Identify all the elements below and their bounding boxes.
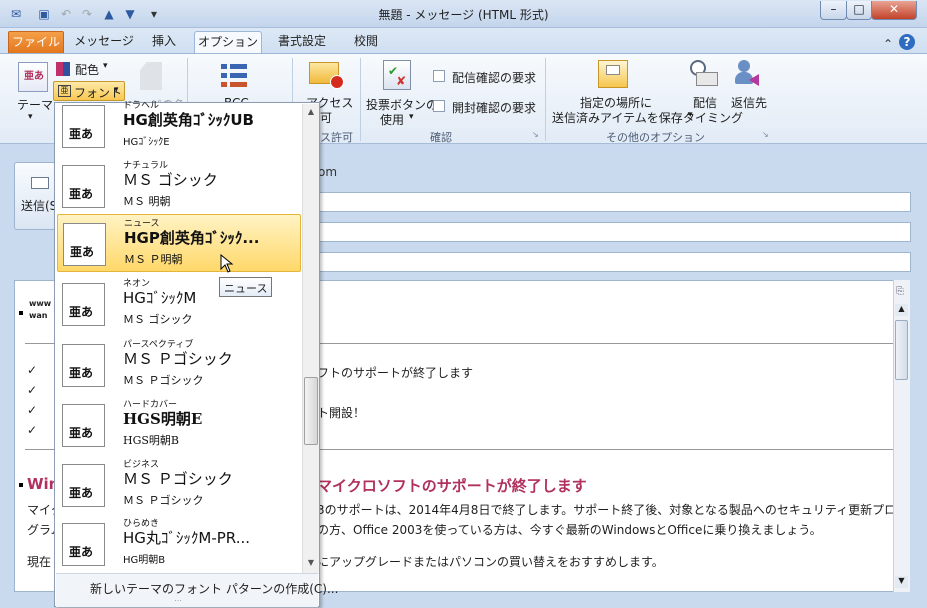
resize-grip-icon[interactable]: ⋯ <box>174 596 182 605</box>
color-scheme-icon[interactable] <box>56 62 70 76</box>
body-url-fragment-2: wan <box>29 311 48 320</box>
theme-label[interactable]: テーマ <box>17 96 53 113</box>
checkmark-icon: ✓ <box>27 403 38 417</box>
color-scheme-label[interactable]: 配色 <box>75 61 99 78</box>
theme-dropdown-icon[interactable]: ▾ <box>28 112 33 122</box>
permission-icon[interactable] <box>309 62 344 89</box>
minimize-button[interactable]: – <box>820 1 847 20</box>
font-tooltip: ニュース <box>219 277 273 297</box>
font-item-drahel[interactable]: 亜あ ドラヘル HG創英角ｺﾞｼｯｸUB HGｺﾞｼｯｸE <box>57 97 301 155</box>
tab-message[interactable]: メッセージ <box>72 31 136 54</box>
delivery-receipt-label[interactable]: 配信確認の要求 <box>452 69 536 86</box>
body-line-2: ト開設！ <box>317 406 366 420</box>
theme-icon[interactable]: 亜あ <box>18 62 48 92</box>
voting-dropdown-icon[interactable]: ▾ <box>409 112 414 122</box>
to-field[interactable] <box>316 192 911 212</box>
font-thumbnail: 亜あ <box>62 344 105 387</box>
font-item-natural[interactable]: 亜あ ナチュラル ＭＳ ゴシック ＭＳ 明朝 <box>57 157 301 215</box>
checkmark-icon: ✓ <box>27 383 38 397</box>
ribbon-tabs: ファイル メッセージ 挿入 オプション 書式設定 校閲 ⌃ ? <box>0 28 927 54</box>
collapse-ribbon-icon[interactable]: ⌃ <box>880 36 896 52</box>
bcc-icon[interactable] <box>221 62 249 90</box>
smart-tag-icon[interactable]: ⎘ <box>896 286 904 297</box>
checkmark-icon: ✓ <box>27 423 38 437</box>
tracking-launcher-icon[interactable]: ↘ <box>532 130 539 139</box>
font-thumbnail: 亜あ <box>63 223 106 266</box>
more-options-launcher-icon[interactable]: ↘ <box>762 130 769 139</box>
body-para-2: の方、Office 2003を使っている方は、今すぐ最新のWindowsとOff… <box>317 523 822 537</box>
body-para-1: 3のサポートは、2014年4月8日で終了します。サポート終了後、対象となる製品へ… <box>317 503 897 517</box>
maximize-button[interactable]: □ <box>846 1 872 20</box>
save-sent-folder-icon[interactable] <box>598 60 628 88</box>
direct-replies-label[interactable]: 返信先 <box>731 94 767 111</box>
body-url-fragment-1: www <box>29 299 52 308</box>
font-thumbnail: 亜あ <box>62 283 105 326</box>
tab-options[interactable]: オプション <box>194 31 262 54</box>
scroll-up-icon[interactable]: ▲ <box>895 304 908 316</box>
title-bar: ✉ ▣ ↶ ↷ ▲ ▼ ▾ 無題 - メッセージ (HTML 形式) – □ ✕ <box>0 0 927 28</box>
voting-label-2[interactable]: 使用 <box>380 111 404 128</box>
permission-group-label: ス許可 <box>320 131 353 144</box>
from-account-text: om <box>318 165 338 179</box>
tracking-group-label: 確認 <box>430 131 452 144</box>
checkmark-icon: ✓ <box>27 363 38 377</box>
more-options-group-label: その他のオプション <box>606 131 705 144</box>
font-thumbnail: 亜あ <box>62 523 105 566</box>
tab-file[interactable]: ファイル <box>8 31 64 54</box>
font-dropdown-icon: ▾ <box>114 85 119 95</box>
close-button[interactable]: ✕ <box>871 1 917 20</box>
bullet-marker <box>19 311 23 315</box>
direct-replies-icon[interactable] <box>735 60 763 88</box>
scroll-up-icon[interactable]: ▲ <box>304 105 318 119</box>
bullet-marker <box>19 483 23 487</box>
body-para-3-fragment: 現在 <box>27 555 52 569</box>
font-thumbnail: 亜あ <box>62 165 105 208</box>
delay-delivery-icon[interactable] <box>690 60 718 88</box>
scroll-down-icon[interactable]: ▼ <box>895 576 908 588</box>
voting-buttons-icon[interactable]: ✔ ✘ <box>383 60 411 90</box>
scroll-thumb[interactable] <box>895 320 908 380</box>
font-item-news[interactable]: 亜あ ニュース HGP創英角ｺﾞｼｯｸ... ＭＳ Ｐ明朝 <box>57 214 301 272</box>
font-item-hardcover[interactable]: 亜あ ハードカバー HGS明朝E HGS明朝B <box>57 396 301 454</box>
scroll-down-icon[interactable]: ▼ <box>304 556 318 570</box>
font-gallery-dropdown: 亜あ ドラヘル HG創英角ｺﾞｼｯｸUB HGｺﾞｼｯｸE 亜あ ナチュラル Ｍ… <box>54 101 338 607</box>
subject-field[interactable] <box>316 252 911 272</box>
gallery-footer: 新しいテーマのフォント パターンの作成(C)... ⋯ <box>56 573 338 607</box>
body-line-1: フトのサポートが終了します <box>317 366 474 380</box>
read-receipt-checkbox[interactable] <box>433 100 445 112</box>
window-title: 無題 - メッセージ (HTML 形式) <box>378 8 549 22</box>
permission-label-2[interactable]: 可 <box>320 109 332 126</box>
mouse-cursor-icon <box>220 254 234 273</box>
scroll-thumb[interactable] <box>304 377 318 445</box>
create-font-pattern-menu-item[interactable]: 新しいテーマのフォント パターンの作成(C)... <box>90 580 338 597</box>
tab-format[interactable]: 書式設定 <box>270 31 334 54</box>
font-thumbnail: 亜あ <box>62 404 105 447</box>
delivery-receipt-checkbox[interactable] <box>433 70 445 82</box>
body-para-3: にアップグレードまたはパソコンの買い替えをおすすめします。 <box>317 555 664 569</box>
tab-insert[interactable]: 挿入 <box>142 31 186 54</box>
send-icon <box>31 177 49 189</box>
delay-delivery-label-2[interactable]: タイミング <box>683 109 743 126</box>
font-thumbnail: 亜あ <box>62 105 105 148</box>
color-dropdown-icon[interactable]: ▾ <box>103 61 108 71</box>
body-scrollbar[interactable]: ⎘ ▲ ▼ <box>893 280 910 592</box>
font-item-hirameki[interactable]: 亜あ ひらめき HG丸ｺﾞｼｯｸM-PR... HG明朝B <box>57 515 301 573</box>
font-thumbnail: 亜あ <box>62 464 105 507</box>
cc-field[interactable] <box>316 222 911 242</box>
body-heading: マイクロソフトのサポートが終了します <box>317 477 587 495</box>
save-sent-label-2[interactable]: 送信済みアイテムを保存 <box>552 109 683 126</box>
font-gallery-scrollbar[interactable]: ▲ ▼ <box>302 104 319 574</box>
read-receipt-label[interactable]: 開封確認の要求 <box>452 99 536 116</box>
help-icon[interactable]: ? <box>899 34 915 50</box>
tab-review[interactable]: 校閲 <box>344 31 388 54</box>
font-icon: 亜 <box>58 85 71 97</box>
font-item-perspective[interactable]: 亜あ パースペクティブ ＭＳ Ｐゴシック ＭＳ Ｐゴシック <box>57 336 301 394</box>
font-item-business[interactable]: 亜あ ビジネス ＭＳ Ｐゴシック ＭＳ Ｐゴシック <box>57 456 301 514</box>
page-color-icon[interactable] <box>140 62 162 90</box>
